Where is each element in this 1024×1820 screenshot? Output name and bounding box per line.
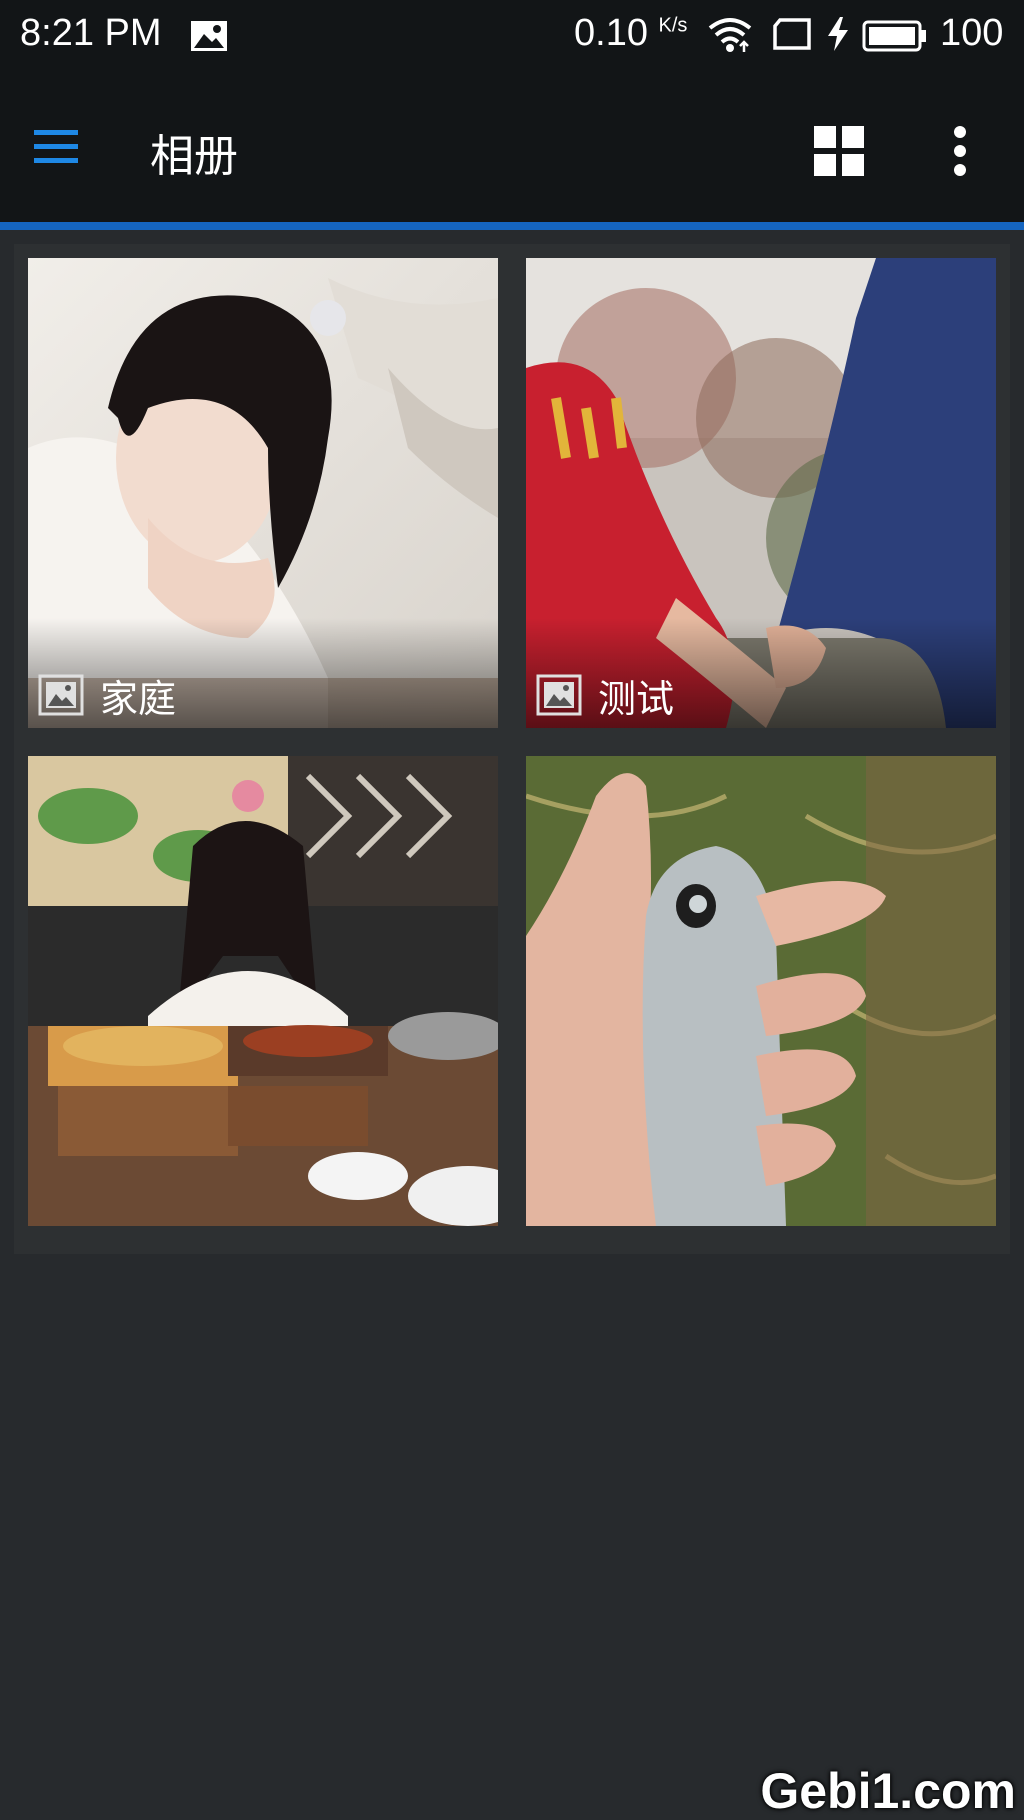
speed-unit: K/s: [658, 14, 688, 37]
app-bar: 相册: [0, 72, 1024, 222]
sim-icon: [772, 18, 812, 55]
menu-icon: [28, 130, 84, 182]
album-name: 家庭: [100, 676, 177, 721]
grid-view-button[interactable]: [812, 124, 866, 178]
status-bar: 8:21 PM 0.10 K/s 100: [0, 0, 1024, 72]
app-bar-accent-line: [0, 222, 1024, 230]
wifi-icon: [708, 16, 752, 59]
battery-level: 100: [940, 12, 1004, 54]
menu-button[interactable]: [28, 116, 108, 178]
album-card[interactable]: [526, 756, 996, 1226]
watermark: Gebi1.com: [760, 1763, 1016, 1819]
gallery-notification-icon: [190, 20, 228, 57]
image-album-icon: [536, 674, 582, 716]
image-album-icon: [38, 674, 84, 716]
battery-icon: [862, 20, 928, 57]
album-thumbnail: [526, 756, 996, 1226]
album-label: 家庭: [38, 672, 176, 721]
status-time: 8:21 PM: [20, 12, 162, 54]
page-title: 相册: [150, 131, 238, 182]
album-thumbnail: [28, 756, 498, 1226]
charging-icon: [826, 16, 850, 57]
album-label: 测试: [536, 672, 674, 721]
network-speed: 0.10 K/s: [574, 12, 688, 54]
more-options-icon: [940, 126, 980, 182]
more-options-button[interactable]: [940, 124, 980, 178]
grid-view-icon: [812, 126, 866, 182]
album-name: 测试: [598, 676, 675, 721]
album-grid: 家庭 测试: [14, 244, 1010, 1254]
album-card[interactable]: 家庭: [28, 258, 498, 728]
album-card[interactable]: [28, 756, 498, 1226]
album-card[interactable]: 测试: [526, 258, 996, 728]
